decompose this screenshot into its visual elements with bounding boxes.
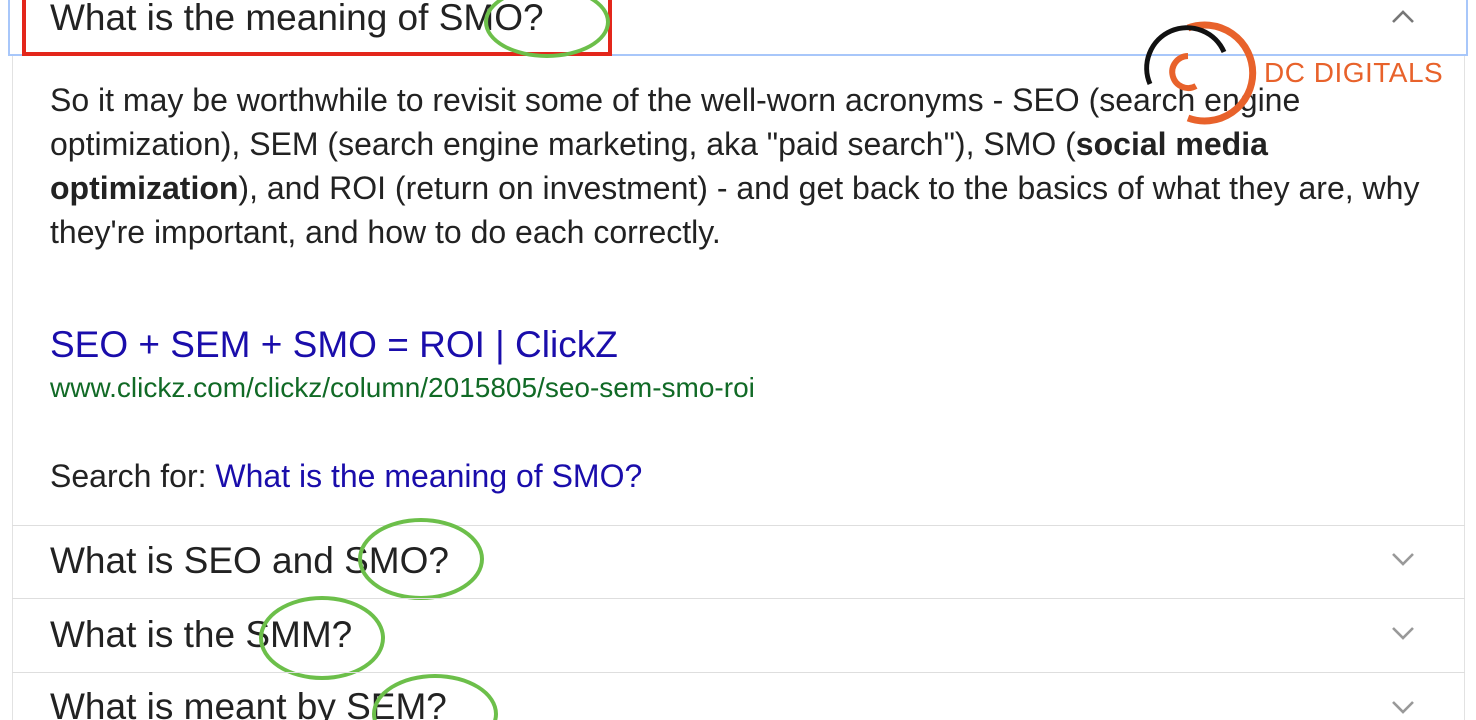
people-also-ask-panel: What is the meaning of SMO? So it may be… <box>0 0 1476 720</box>
chevron-down-icon[interactable] <box>1390 620 1416 646</box>
expanded-question-title[interactable]: What is the meaning of SMO? <box>50 0 544 40</box>
card-border-left <box>12 56 13 720</box>
watermark-text: DC DIGITALS <box>1264 57 1444 88</box>
search-for-link[interactable]: What is the meaning of SMO? <box>215 458 642 494</box>
source-url: www.clickz.com/clickz/column/2015805/seo… <box>50 372 755 403</box>
divider <box>12 598 1465 599</box>
smm-highlight-ring <box>259 596 385 680</box>
smo-highlight-ring <box>358 518 484 600</box>
source-link-title[interactable]: SEO + SEM + SMO = ROI | ClickZ <box>50 324 618 366</box>
chevron-down-icon[interactable] <box>1390 546 1416 572</box>
divider <box>12 672 1465 673</box>
search-for-line: Search for: What is the meaning of SMO? <box>50 458 642 495</box>
divider <box>12 525 1465 526</box>
answer-text-end: ), and ROI (return on investment) - and … <box>50 170 1420 250</box>
search-for-label: Search for: <box>50 458 207 494</box>
card-border-right <box>1464 56 1465 720</box>
chevron-down-icon[interactable] <box>1390 694 1416 720</box>
sem-highlight-ring <box>372 674 498 720</box>
